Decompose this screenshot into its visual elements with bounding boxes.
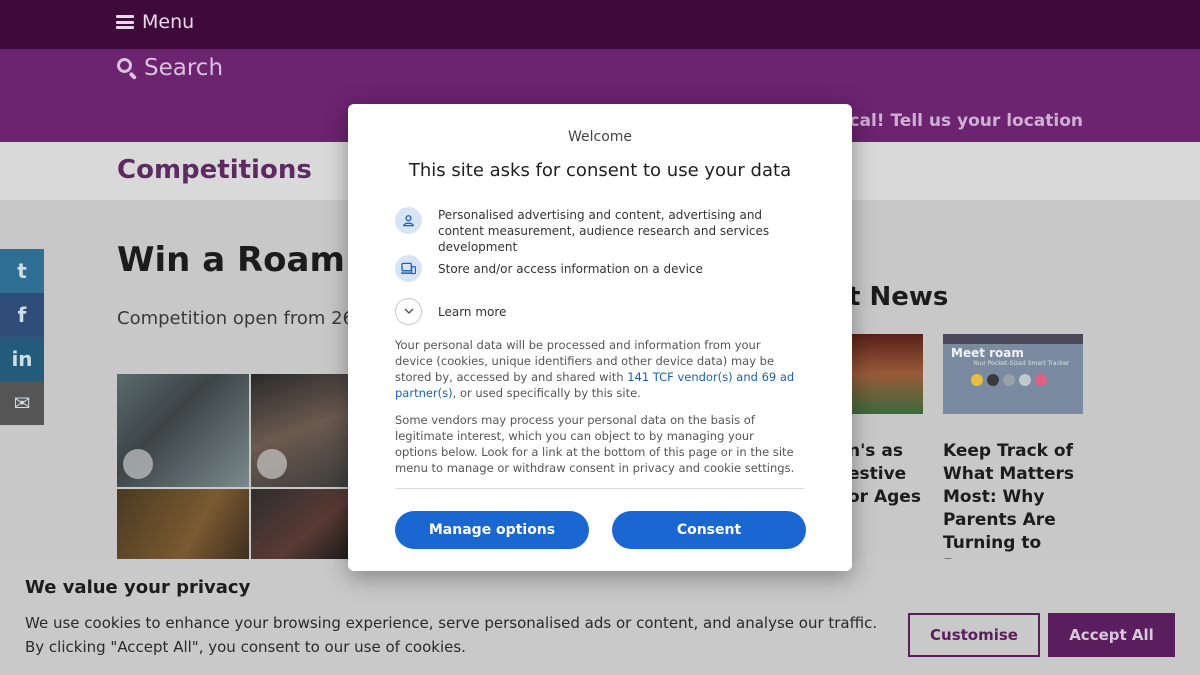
dialog-divider [395,488,804,489]
photo-case [251,489,349,559]
photo-hand-tracker [251,374,349,487]
menu-button[interactable]: Menu [116,11,194,33]
news-headline-2[interactable]: Keep Track of What Matters Most: Why Par… [943,440,1093,578]
twitter-icon[interactable]: t [0,249,44,293]
social-share-bar: t f in ✉ [0,249,44,425]
search-icon [116,57,138,81]
customise-button[interactable]: Customise [908,613,1040,657]
top-nav-bar: Menu [0,0,1200,49]
hamburger-icon [116,15,134,29]
para1-text-after: , or used specifically by this site. [452,386,641,400]
latest-news-heading: t News [848,282,949,312]
location-link[interactable]: ocal! Tell us your location [838,111,1083,131]
photo-bike-tracker [117,374,249,487]
linkedin-icon[interactable]: in [0,337,44,381]
photo-bag [117,489,249,559]
article-image [117,374,349,559]
accept-all-button[interactable]: Accept All [1048,613,1175,657]
tracker-dots [971,374,1047,386]
cookie-banner-text: We use cookies to enhance your browsing … [25,614,878,656]
consent-paragraph-2: Some vendors may process your personal d… [395,413,795,475]
facebook-icon[interactable]: f [0,293,44,337]
dialog-welcome: Welcome [567,129,633,145]
thumb-sub-text: Your Pocket-Sized Smart Tracker [973,360,1070,367]
chevron-down-icon[interactable] [395,298,422,325]
purpose-row-device: Store and/or access information on a dev… [395,255,800,282]
learn-more-label[interactable]: Learn more [438,298,800,320]
cookie-banner: We value your privacy We use cookies to … [0,559,1200,675]
person-icon [395,207,422,234]
cookie-banner-title: We value your privacy [25,577,251,598]
consent-paragraph-1: Your personal data will be processed and… [395,337,795,401]
devices-icon [395,255,422,282]
menu-label: Menu [142,11,195,33]
search-button[interactable]: Search [116,55,223,81]
purpose-row-advertising: Personalised advertising and content, ad… [395,207,800,255]
manage-options-button[interactable]: Manage options [395,511,589,549]
consent-dialog: Welcome This site asks for consent to us… [348,104,852,571]
purpose-text: Personalised advertising and content, ad… [438,208,770,254]
news-thumbnail-1[interactable] [848,334,923,414]
article-title: Win a Roam S [117,240,382,280]
news-thumbnail-2[interactable]: Meet roam Your Pocket-Sized Smart Tracke… [943,334,1083,414]
article-subtitle: Competition open from 26 [117,308,355,329]
dialog-title: This site asks for consent to use your d… [408,160,792,181]
consent-button[interactable]: Consent [612,511,806,549]
news-headline-1[interactable]: n's as estive or Ages [848,440,928,509]
search-label: Search [144,55,224,81]
learn-more-row[interactable]: Learn more [395,298,800,325]
thumb-brand-text: Meet roam [951,346,1024,360]
section-title[interactable]: Competitions [117,155,312,185]
email-icon[interactable]: ✉ [0,381,44,425]
purpose-text: Store and/or access information on a dev… [438,262,703,276]
